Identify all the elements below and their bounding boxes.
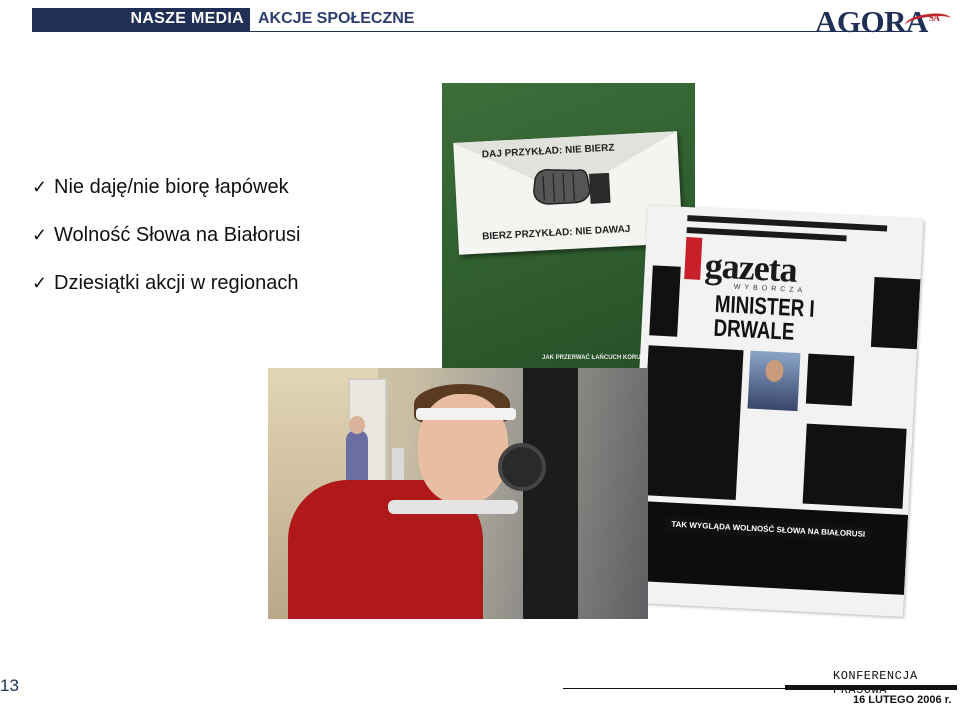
redacted-column: [640, 345, 744, 500]
redacted-column: [870, 276, 921, 350]
redacted-block: [805, 353, 855, 406]
page-number: 13: [0, 676, 19, 695]
forehead-rest: [416, 408, 516, 420]
header-divider: [250, 31, 900, 32]
checkmark-icon: ✓: [32, 177, 48, 197]
bullet-item: ✓ Nie daję/nie biorę łapówek: [32, 172, 300, 220]
censored-newspaper-image: gazeta WYBORCZA MINISTER I DRWALE TAK WY…: [627, 205, 924, 617]
bullet-list: ✓ Nie daję/nie biorę łapówek ✓ Wolność S…: [32, 172, 300, 316]
lens-icon: [498, 443, 546, 491]
footer-divider-thick: [785, 685, 957, 690]
conference-date: 16 LUTEGO 2006 r.: [853, 694, 952, 706]
eye-exam-photo: [268, 368, 648, 619]
bullet-text: Dziesiątki akcji w regionach: [54, 272, 299, 294]
section-label: NASZE MEDIA: [130, 10, 244, 27]
bullet-item: ✓ Dziesiątki akcji w regionach: [32, 268, 300, 316]
poster-footer-text: JAK PRZERWAĆ ŁAŃCUCH KORUPCJI: [542, 355, 654, 361]
poster-bottom-text: BIERZ PRZYKŁAD: NIE DAWAJ: [481, 223, 631, 243]
bullet-item: ✓ Wolność Słowa na Białorusi: [32, 220, 300, 268]
poster-top-text: DAJ PRZYKŁAD: NIE BIERZ: [481, 142, 615, 161]
fist-icon: [533, 168, 611, 205]
redacted-column: [802, 423, 907, 509]
bullet-text: Nie daję/nie biorę łapówek: [54, 176, 289, 198]
chin-rest: [388, 500, 518, 514]
section-tab: NASZE MEDIA: [32, 8, 250, 32]
newspaper-headline: MINISTER I DRWALE: [712, 290, 816, 346]
bullet-text: Wolność Słowa na Białorusi: [54, 224, 301, 246]
redacted-column: [649, 265, 681, 337]
masthead-red-block: [684, 237, 703, 280]
checkmark-icon: ✓: [32, 273, 48, 293]
conference-label: KONFERENCJA PRASOWA: [833, 669, 918, 697]
minister-photo: [747, 350, 801, 412]
redaction-bar: [686, 227, 847, 242]
footer-divider: [563, 688, 785, 689]
examination-machine: [523, 368, 578, 619]
checkmark-icon: ✓: [32, 225, 48, 245]
subsection-tab: AKCJE SPOŁECZNE: [250, 8, 810, 32]
redacted-footer: [628, 500, 909, 595]
subsection-label: AKCJE SPOŁECZNE: [258, 10, 415, 27]
